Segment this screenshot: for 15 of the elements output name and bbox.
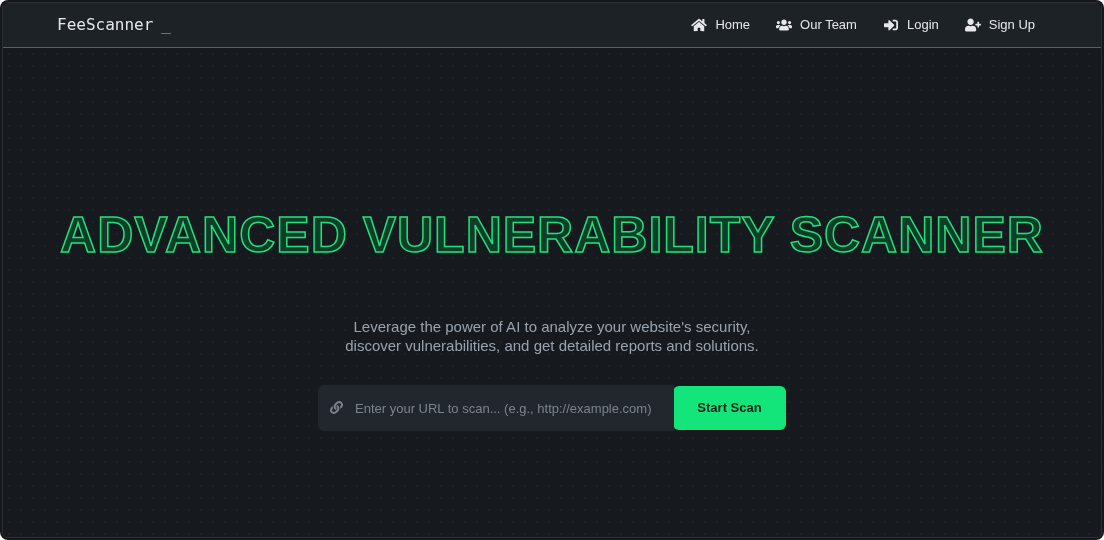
home-icon bbox=[691, 18, 708, 32]
url-field[interactable]: Enter your URL to scan... (e.g., http://example.com) bbox=[318, 385, 674, 431]
brand-logo[interactable]: FeeScanner bbox=[57, 13, 154, 37]
nav-link[interactable]: Login bbox=[882, 15, 939, 35]
nav-link[interactable]: Our Team bbox=[776, 15, 857, 35]
login-icon bbox=[882, 18, 899, 32]
team-icon bbox=[776, 18, 793, 32]
add-user-icon bbox=[964, 18, 981, 32]
cursor: _ bbox=[161, 14, 171, 36]
nav-link[interactable]: Sign Up bbox=[964, 15, 1035, 35]
hero-title: ADVANCED VULNERABILITY SCANNER bbox=[60, 206, 1044, 265]
link-icon bbox=[330, 401, 343, 414]
nav-link[interactable]: Home bbox=[691, 15, 751, 35]
hero-subtitle: Leverage the power of AI to analyze your website's security, discover vulnerabilities, and get detailed reports and solutions. bbox=[344, 317, 760, 355]
start-scan-button[interactable]: Start Scan bbox=[673, 386, 786, 430]
